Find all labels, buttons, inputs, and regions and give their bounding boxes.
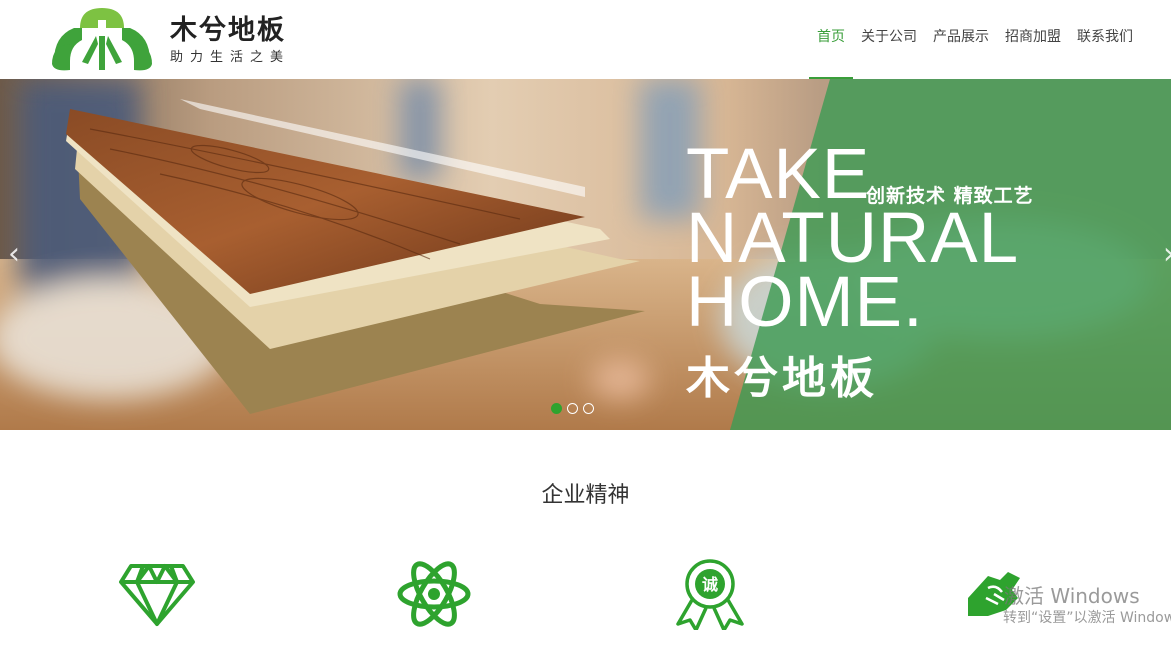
site-header: 木兮地板 助力生活之美 首页 关于公司 产品展示 招商加盟 联系我们: [0, 0, 1171, 79]
slide-dot-2[interactable]: [567, 403, 578, 414]
nav-item-products[interactable]: 产品展示: [925, 0, 997, 79]
nav-item-home[interactable]: 首页: [809, 0, 853, 79]
slide-indicators: [551, 403, 594, 414]
integrity-badge-icon: 诚: [676, 559, 744, 630]
hero-brand-text: 木兮地板: [686, 353, 878, 404]
integrity-badge-text: 诚: [702, 575, 718, 594]
nav-item-contact[interactable]: 联系我们: [1069, 0, 1141, 79]
slide-dot-3[interactable]: [583, 403, 594, 414]
hero-banner: ‹ › TAKE 创新技术 精致工艺 NATURAL HOME. 木兮地板: [0, 79, 1171, 430]
windows-activation-watermark-title: 激活 Windows: [1004, 584, 1140, 608]
prev-slide-arrow-icon[interactable]: ‹: [8, 237, 20, 272]
nav-item-about[interactable]: 关于公司: [853, 0, 925, 79]
nav-item-franchise[interactable]: 招商加盟: [997, 0, 1069, 79]
atom-icon: [397, 561, 471, 627]
main-nav: 首页 关于公司 产品展示 招商加盟 联系我们: [809, 0, 1141, 79]
slide-dot-1[interactable]: [551, 403, 562, 414]
brand-slogan: 助力生活之美: [170, 50, 291, 65]
brand-name: 木兮地板: [170, 15, 286, 46]
hero-headline-line3: HOME.: [686, 263, 924, 342]
diamond-icon: [119, 564, 195, 626]
logo-icon[interactable]: [52, 6, 152, 72]
next-slide-arrow-icon[interactable]: ›: [1163, 237, 1171, 272]
section-title: 企业精神: [541, 483, 630, 508]
windows-activation-watermark-subtitle: 转到“设置”以激活 Windows: [1003, 610, 1171, 626]
